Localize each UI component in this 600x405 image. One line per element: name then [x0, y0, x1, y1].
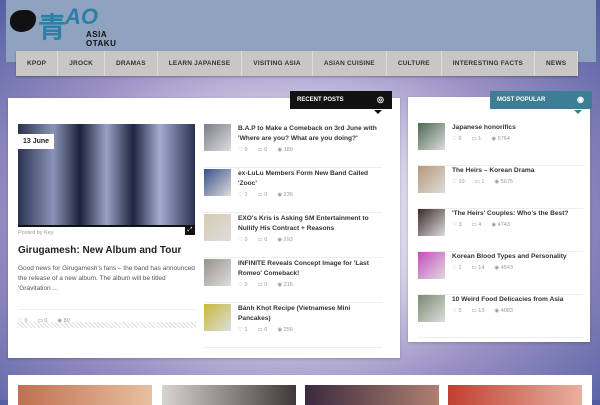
- views-icon: ◉ 4743: [491, 222, 510, 228]
- featured-title[interactable]: Girugamesh: New Album and Tour: [18, 245, 181, 256]
- comment-icon[interactable]: ▭ 1: [475, 179, 485, 185]
- list-item[interactable]: Korean Blood Types and Personality ♡ 1 ▭…: [418, 252, 583, 295]
- expand-icon[interactable]: ⤢: [185, 226, 195, 235]
- nav-dramas[interactable]: DRAMAS: [105, 51, 158, 76]
- comment-icon[interactable]: ▭ 0: [258, 282, 268, 288]
- like-icon[interactable]: ♡ 1: [452, 265, 462, 271]
- like-icon[interactable]: ♡ 3: [452, 222, 462, 228]
- views-icon: ◉ 180: [277, 147, 293, 153]
- post-title[interactable]: EXO's Kris is Asking SM Entertainment to…: [238, 214, 382, 234]
- views-icon: ◉ 293: [277, 237, 293, 243]
- views-icon: ◉ 4083: [494, 308, 513, 314]
- card-image[interactable]: [448, 385, 582, 405]
- comment-icon[interactable]: ▭ 0: [258, 192, 268, 198]
- like-icon[interactable]: ♡ 0: [238, 282, 248, 288]
- site-logo[interactable]: 青 AO ASIA OTAKU: [10, 4, 130, 48]
- post-thumbnail[interactable]: [204, 259, 231, 286]
- recent-posts-header: RECENT POSTS ◎: [290, 91, 392, 114]
- post-thumbnail[interactable]: [418, 209, 445, 236]
- date-badge: 13 June: [18, 134, 55, 149]
- post-meta: ♡ 1 ▭ 0 ◉ 256: [238, 327, 382, 333]
- post-title[interactable]: The Heirs – Korean Drama: [452, 166, 534, 176]
- post-title[interactable]: 10 Weird Food Delicacies from Asia: [452, 295, 563, 305]
- post-meta: ♡ 0 ▭ 0 ◉ 180: [238, 147, 382, 153]
- list-item[interactable]: ex-LuLu Members Form New Band Called 'Zo…: [204, 168, 382, 213]
- post-thumbnail[interactable]: [204, 124, 231, 151]
- nav-visiting-asia[interactable]: VISITING ASIA: [242, 51, 313, 76]
- post-meta: ♡ 0 ▭ 0 ◉ 215: [238, 282, 382, 288]
- eye-icon: ◉: [577, 95, 584, 104]
- views-icon: ◉ 5675: [494, 179, 513, 185]
- post-thumbnail[interactable]: [204, 169, 231, 196]
- nav-asian-cuisine[interactable]: ASIAN CUISINE: [313, 51, 387, 76]
- list-item[interactable]: The Heirs – Korean Drama ♡ 10 ▭ 1 ◉ 5675: [418, 166, 583, 209]
- comment-icon[interactable]: ▭ 0: [258, 327, 268, 333]
- post-thumbnail[interactable]: [418, 295, 445, 322]
- list-item[interactable]: Japanese honorifics ♡ 6 ▭ 1 ◉ 5764: [418, 123, 583, 166]
- card-image[interactable]: [18, 385, 152, 405]
- featured-excerpt: Good news for Girugamesh's fans – the ba…: [18, 265, 195, 292]
- nav-culture[interactable]: CULTURE: [387, 51, 442, 76]
- post-title[interactable]: ex-LuLu Members Form New Band Called 'Zo…: [238, 169, 382, 189]
- clock-icon: ◎: [377, 95, 384, 104]
- comment-icon[interactable]: ▭ 0: [258, 147, 268, 153]
- like-icon[interactable]: ♡ 0: [238, 147, 248, 153]
- post-title[interactable]: Bánh Khọt Recipe (Vietnamese Mini Pancak…: [238, 304, 382, 324]
- views-icon: ◉ 215: [277, 282, 293, 288]
- divider: [18, 322, 196, 328]
- list-item[interactable]: B.A.P to Make a Comeback on 3rd June wit…: [204, 123, 382, 168]
- most-popular-header: MOST POPULAR ◉: [490, 91, 592, 114]
- like-icon[interactable]: ♡ 6: [452, 136, 462, 142]
- nav-interesting-facts[interactable]: INTERESTING FACTS: [442, 51, 536, 76]
- main-nav: KPOP JROCK DRAMAS LEARN JAPANESE VISITIN…: [16, 51, 579, 76]
- nav-jrock[interactable]: JROCK: [58, 51, 105, 76]
- post-meta: ♡ 6 ▭ 1 ◉ 5764: [452, 136, 516, 142]
- post-title[interactable]: Korean Blood Types and Personality: [452, 252, 567, 262]
- comment-icon[interactable]: ▭ 13: [472, 308, 485, 314]
- like-icon[interactable]: ♡ 10: [452, 179, 465, 185]
- post-meta: ♡ 5 ▭ 13 ◉ 4083: [452, 308, 563, 314]
- post-meta: ♡ 1 ▭ 0 ◉ 236: [238, 192, 382, 198]
- list-item[interactable]: INFINITE Reveals Concept Image for 'Last…: [204, 258, 382, 303]
- post-meta: ♡ 3 ▭ 4 ◉ 4743: [452, 222, 568, 228]
- post-meta: ♡ 10 ▭ 1 ◉ 5675: [452, 179, 534, 185]
- comment-icon[interactable]: ▭ 14: [472, 265, 485, 271]
- nav-news[interactable]: NEWS: [535, 51, 579, 76]
- comment-icon[interactable]: ▭ 1: [472, 136, 482, 142]
- post-thumbnail[interactable]: [418, 166, 445, 193]
- post-meta: ♡ 1 ▭ 14 ◉ 4543: [452, 265, 567, 271]
- views-icon: ◉ 236: [277, 192, 293, 198]
- like-icon[interactable]: ♡ 1: [238, 192, 248, 198]
- views-icon: ◉ 5764: [491, 136, 510, 142]
- like-icon[interactable]: ♡ 5: [452, 308, 462, 314]
- post-meta: ♡ 0 ▭ 0 ◉ 293: [238, 237, 382, 243]
- post-thumbnail[interactable]: [204, 304, 231, 331]
- post-title[interactable]: B.A.P to Make a Comeback on 3rd June wit…: [238, 124, 382, 144]
- comment-icon[interactable]: ▭ 0: [258, 237, 268, 243]
- nav-kpop[interactable]: KPOP: [16, 51, 59, 76]
- comment-icon[interactable]: ▭ 4: [472, 222, 482, 228]
- most-popular-list: Japanese honorifics ♡ 6 ▭ 1 ◉ 5764 The H…: [418, 123, 583, 338]
- like-icon[interactable]: ♡ 1: [238, 327, 248, 333]
- list-item[interactable]: 10 Weird Food Delicacies from Asia ♡ 5 ▭…: [418, 295, 583, 338]
- post-title[interactable]: INFINITE Reveals Concept Image for 'Last…: [238, 259, 382, 279]
- nav-learn-japanese[interactable]: LEARN JAPANESE: [158, 51, 243, 76]
- posted-by: Posted by Key: [18, 230, 54, 236]
- list-item[interactable]: Bánh Khọt Recipe (Vietnamese Mini Pancak…: [204, 303, 382, 348]
- post-title[interactable]: 'The Heirs' Couples: Who's the Best?: [452, 209, 568, 219]
- like-icon[interactable]: ♡ 0: [238, 237, 248, 243]
- post-title[interactable]: Japanese honorifics: [452, 123, 516, 133]
- views-icon: ◉ 256: [277, 327, 293, 333]
- card-image[interactable]: [305, 385, 439, 405]
- post-thumbnail[interactable]: [204, 214, 231, 241]
- post-thumbnail[interactable]: [418, 123, 445, 150]
- views-icon: ◉ 4543: [494, 265, 513, 271]
- card-image[interactable]: [162, 385, 296, 405]
- list-item[interactable]: 'The Heirs' Couples: Who's the Best? ♡ 3…: [418, 209, 583, 252]
- list-item[interactable]: EXO's Kris is Asking SM Entertainment to…: [204, 213, 382, 258]
- post-thumbnail[interactable]: [418, 252, 445, 279]
- recent-posts-list: B.A.P to Make a Comeback on 3rd June wit…: [204, 123, 382, 348]
